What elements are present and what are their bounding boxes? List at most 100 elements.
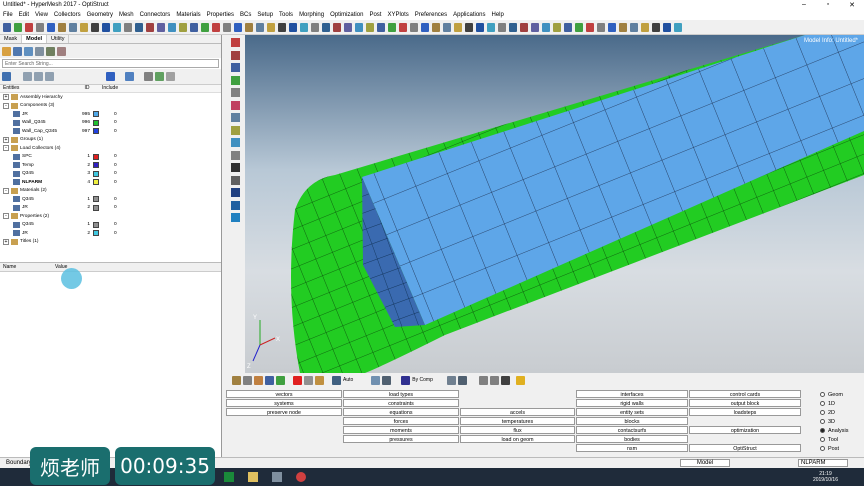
- panel-button-blocks[interactable]: blocks: [576, 417, 688, 425]
- tree-row[interactable]: Temp 2 0: [0, 161, 221, 170]
- radio-post[interactable]: Post: [820, 444, 864, 453]
- radio-dot-icon[interactable]: [820, 419, 825, 424]
- side-tool-icon[interactable]: [231, 200, 240, 210]
- toolbar-tool-icon[interactable]: [564, 22, 572, 32]
- panel-button-loadsteps[interactable]: loadsteps: [689, 408, 801, 416]
- toolbar-tool-icon[interactable]: [234, 22, 242, 32]
- minimize-icon[interactable]: –: [792, 1, 816, 9]
- expand-toggle-icon[interactable]: +: [3, 94, 9, 101]
- toolbar-tool-icon[interactable]: [3, 22, 11, 32]
- color-swatch[interactable]: [93, 204, 99, 211]
- element-rep-icon[interactable]: [446, 375, 456, 385]
- toolbar-tool-icon[interactable]: [344, 22, 352, 32]
- menu-properties[interactable]: Properties: [204, 12, 237, 18]
- toolbar-tool-icon[interactable]: [223, 22, 231, 32]
- pointer-icon[interactable]: [144, 72, 153, 81]
- tree-row[interactable]: - Components (3): [0, 102, 221, 111]
- show-icon[interactable]: [23, 72, 32, 81]
- graphics-viewport[interactable]: Y X Z Model Info: Untitled*: [245, 35, 864, 373]
- toolbar-tool-icon[interactable]: [498, 22, 506, 32]
- panel-button-interfaces[interactable]: interfaces: [576, 390, 688, 398]
- panel-button-equations[interactable]: equations: [343, 408, 459, 416]
- star-icon[interactable]: [515, 375, 525, 385]
- unmask-icon[interactable]: [254, 375, 263, 385]
- menu-mesh[interactable]: Mesh: [116, 12, 137, 18]
- toolbar-tool-icon[interactable]: [652, 22, 660, 32]
- tree-row[interactable]: JR 2 0: [0, 204, 221, 213]
- col-include[interactable]: Include: [92, 85, 118, 92]
- toolbar-tool-icon[interactable]: [377, 22, 385, 32]
- side-tool-icon[interactable]: [231, 63, 240, 72]
- toolbar-tool-icon[interactable]: [289, 22, 297, 32]
- entity-display-icon[interactable]: [232, 375, 241, 385]
- menu-bcs[interactable]: BCs: [237, 12, 254, 18]
- col-entities[interactable]: Entities: [0, 85, 82, 92]
- side-tool-icon[interactable]: [231, 38, 240, 47]
- panel-button-OptiStruct[interactable]: OptiStruct: [689, 444, 801, 452]
- toolbar-tool-icon[interactable]: [597, 22, 605, 32]
- color-swatch[interactable]: [93, 111, 99, 117]
- menu-edit[interactable]: Edit: [16, 12, 32, 18]
- toolbar-tool-icon[interactable]: [366, 22, 374, 32]
- radio-dot-icon[interactable]: [820, 446, 825, 451]
- recorder-icon[interactable]: [296, 472, 306, 482]
- col-id[interactable]: ID: [82, 85, 92, 92]
- solver-view-icon[interactable]: [46, 46, 55, 56]
- tree-row[interactable]: + Titles (1): [0, 238, 221, 247]
- expand-toggle-icon[interactable]: +: [3, 136, 9, 143]
- radio-dot-icon[interactable]: [820, 428, 825, 433]
- toolbar-tool-icon[interactable]: [300, 22, 308, 32]
- radio-2d[interactable]: 2D: [820, 408, 864, 417]
- close-icon[interactable]: ✕: [840, 1, 864, 9]
- lighting-icon[interactable]: [315, 375, 324, 385]
- panel-button-load-types[interactable]: load types: [343, 390, 459, 398]
- include-view-icon[interactable]: [35, 46, 44, 56]
- menu-setup[interactable]: Setup: [254, 12, 276, 18]
- toolbar-tool-icon[interactable]: [509, 22, 517, 32]
- filter-icon[interactable]: [57, 46, 66, 56]
- tree-row[interactable]: + Groups (1): [0, 136, 221, 145]
- expand-icon[interactable]: [2, 72, 11, 81]
- panel-button-output-block[interactable]: output block: [689, 399, 801, 407]
- toolbar-tool-icon[interactable]: [135, 22, 143, 32]
- color-swatch[interactable]: [93, 153, 99, 160]
- panel-button-preserve-node[interactable]: preserve node: [226, 408, 342, 416]
- toolbar-tool-icon[interactable]: [190, 22, 198, 32]
- menu-connectors[interactable]: Connectors: [137, 12, 174, 18]
- toolbar-tool-icon[interactable]: [179, 22, 187, 32]
- expand-toggle-icon[interactable]: -: [3, 187, 9, 194]
- panel-button-moments[interactable]: moments: [343, 426, 459, 434]
- auto-selector[interactable]: Auto: [343, 377, 353, 383]
- auto-icon[interactable]: [332, 375, 341, 385]
- toolbar-tool-icon[interactable]: [212, 22, 220, 32]
- tab-utility[interactable]: Utility: [47, 35, 70, 43]
- review-icon[interactable]: [155, 72, 164, 81]
- side-tool-icon[interactable]: [231, 138, 240, 147]
- toolbar-tool-icon[interactable]: [443, 22, 451, 32]
- shaded-icon[interactable]: [304, 375, 313, 385]
- toolbar-tool-icon[interactable]: [47, 22, 55, 32]
- toolbar-tool-icon[interactable]: [80, 22, 88, 32]
- tree-row[interactable]: Q345 3 0: [0, 170, 221, 179]
- radio-1d[interactable]: 1D: [820, 399, 864, 408]
- side-tool-icon[interactable]: [231, 125, 240, 135]
- find-icon[interactable]: [276, 375, 285, 385]
- menu-morphing[interactable]: Morphing: [296, 12, 327, 18]
- toolbar-tool-icon[interactable]: [146, 22, 154, 32]
- isolate-icon[interactable]: [45, 72, 54, 81]
- toolbar-tool-icon[interactable]: [69, 22, 77, 32]
- toolbar-tool-icon[interactable]: [355, 22, 363, 32]
- side-tool-icon[interactable]: [231, 75, 240, 85]
- toolbar-tool-icon[interactable]: [124, 22, 132, 32]
- menu-applications[interactable]: Applications: [450, 12, 488, 18]
- tree-row[interactable]: Q345 1 0: [0, 221, 221, 230]
- app-icon[interactable]: [272, 472, 282, 482]
- tree-row[interactable]: - Materials (2): [0, 187, 221, 196]
- toolbar-tool-icon[interactable]: [245, 22, 253, 32]
- toolbar-tool-icon[interactable]: [674, 22, 682, 32]
- toolbar-tool-icon[interactable]: [586, 22, 594, 32]
- tree-row[interactable]: + Assembly Hierarchy: [0, 93, 221, 102]
- toolbar-tool-icon[interactable]: [542, 22, 550, 32]
- folder-icon[interactable]: [2, 46, 11, 56]
- toolbar-tool-icon[interactable]: [168, 22, 176, 32]
